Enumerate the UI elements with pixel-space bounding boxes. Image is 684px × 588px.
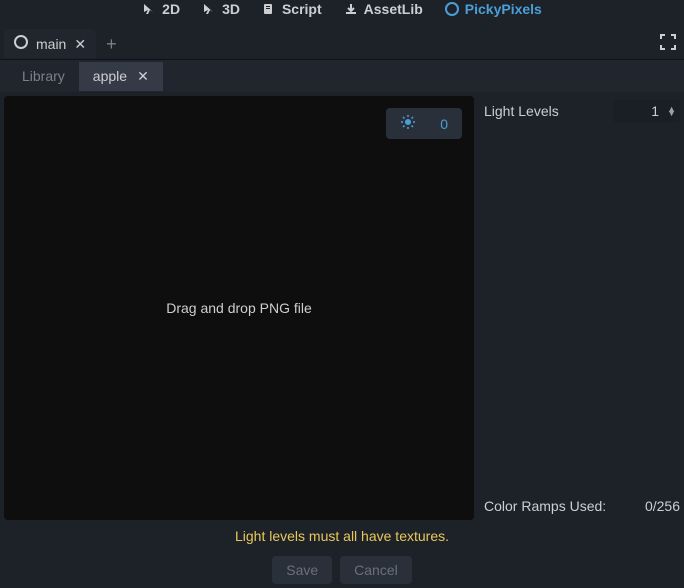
menu-assetlib[interactable]: AssetLib: [342, 0, 425, 18]
menu-pickypixels-label: PickyPixels: [465, 1, 542, 17]
ring-icon: [14, 35, 28, 52]
warning-text: Light levels must all have textures.: [235, 528, 449, 544]
tab-apple[interactable]: apple ✕: [79, 62, 163, 91]
color-ramps-value: 0/256: [645, 498, 680, 514]
tab-library[interactable]: Library: [8, 62, 79, 90]
light-levels-row: Light Levels 1 ▲ ▼: [484, 100, 680, 122]
menu-pickypixels[interactable]: PickyPixels: [443, 0, 544, 18]
menu-script-label: Script: [282, 1, 322, 17]
top-menu: 2D 3D Script AssetLib PickyPixels: [0, 0, 684, 28]
light-badge[interactable]: 0: [386, 108, 462, 139]
scene-tabs: main ✕ +: [0, 28, 684, 60]
scene-tab-label: main: [36, 36, 66, 52]
menu-script[interactable]: Script: [260, 0, 324, 18]
save-button[interactable]: Save: [272, 556, 332, 584]
light-value: 0: [440, 116, 448, 132]
menu-2d[interactable]: 2D: [140, 0, 182, 18]
drop-hint: Drag and drop PNG file: [166, 300, 312, 316]
warning-row: Light levels must all have textures.: [0, 520, 684, 552]
menu-3d-label: 3D: [222, 1, 240, 17]
menu-3d[interactable]: 3D: [200, 0, 242, 18]
script-icon: [262, 2, 276, 16]
menu-assetlib-label: AssetLib: [364, 1, 423, 17]
add-tab-button[interactable]: +: [96, 35, 127, 53]
light-levels-label: Light Levels: [484, 103, 559, 119]
buttons-row: Save Cancel: [0, 552, 684, 588]
cancel-button[interactable]: Cancel: [340, 556, 412, 584]
close-icon[interactable]: ✕: [137, 68, 149, 85]
right-panel: Light Levels 1 ▲ ▼ Color Ramps Used: 0/2…: [484, 96, 684, 520]
color-ramps-label: Color Ramps Used:: [484, 498, 606, 514]
ring-icon: [445, 2, 459, 16]
preview-panel[interactable]: 0 Drag and drop PNG file: [4, 96, 474, 520]
spinner-value: 1: [629, 103, 659, 119]
menu-2d-label: 2D: [162, 1, 180, 17]
light-levels-spinner[interactable]: 1 ▲ ▼: [613, 100, 680, 122]
tab-apple-label: apple: [93, 68, 127, 84]
sub-tabs: Library apple ✕: [0, 60, 684, 92]
spinner-arrows[interactable]: ▲ ▼: [667, 107, 676, 116]
sun-icon: [400, 114, 416, 133]
fullscreen-button[interactable]: [660, 34, 676, 53]
main-area: 0 Drag and drop PNG file Light Levels 1 …: [0, 92, 684, 520]
color-ramps-row: Color Ramps Used: 0/256: [484, 498, 680, 520]
download-icon: [344, 2, 358, 16]
cursor-2d-icon: [142, 2, 156, 16]
chevron-down-icon[interactable]: ▼: [667, 111, 676, 116]
close-icon[interactable]: ✕: [74, 37, 86, 51]
cursor-3d-icon: [202, 2, 216, 16]
scene-tab-main[interactable]: main ✕: [4, 29, 96, 58]
